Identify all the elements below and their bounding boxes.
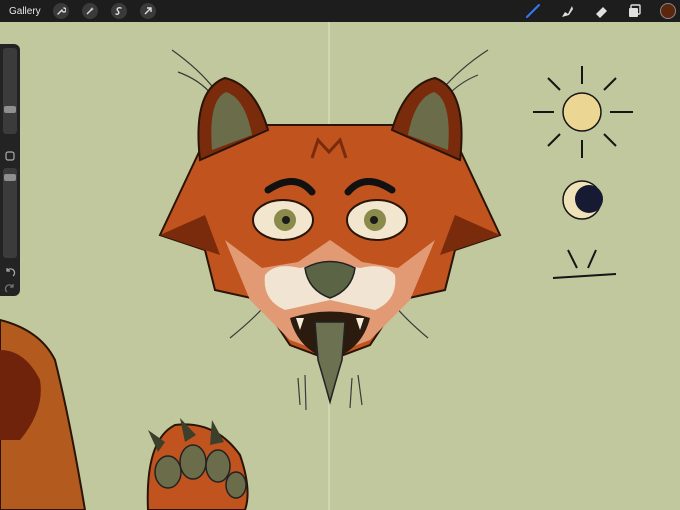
moon-doodle [562, 180, 603, 220]
gallery-button[interactable]: Gallery [9, 6, 41, 17]
brush-size-thumb[interactable] [4, 106, 16, 113]
redo-icon[interactable] [4, 280, 16, 293]
eraser-icon[interactable] [592, 2, 610, 20]
horizon-doodle [552, 249, 617, 279]
drawing-canvas[interactable] [0, 22, 680, 510]
modify-square-icon[interactable] [4, 147, 16, 161]
brush-sidebar [0, 44, 20, 296]
sun-doodle [533, 66, 633, 158]
magic-wand-icon[interactable] [81, 3, 98, 19]
layers-icon[interactable] [626, 2, 644, 20]
color-picker-well[interactable] [660, 3, 676, 19]
brush-size-slider[interactable] [3, 48, 17, 134]
transform-arrow-icon[interactable] [139, 3, 156, 19]
canvas-artwork [0, 22, 633, 510]
undo-icon[interactable] [4, 264, 16, 277]
fox-paw-partial [146, 418, 249, 510]
brush-icon[interactable] [524, 2, 542, 20]
selection-icon[interactable] [110, 3, 127, 19]
wrench-icon[interactable] [52, 3, 69, 19]
opacity-slider[interactable] [3, 168, 17, 258]
smudge-icon[interactable] [558, 2, 576, 20]
opacity-thumb[interactable] [4, 174, 16, 181]
tool-group [524, 0, 680, 22]
top-toolbar: Gallery [0, 0, 680, 22]
